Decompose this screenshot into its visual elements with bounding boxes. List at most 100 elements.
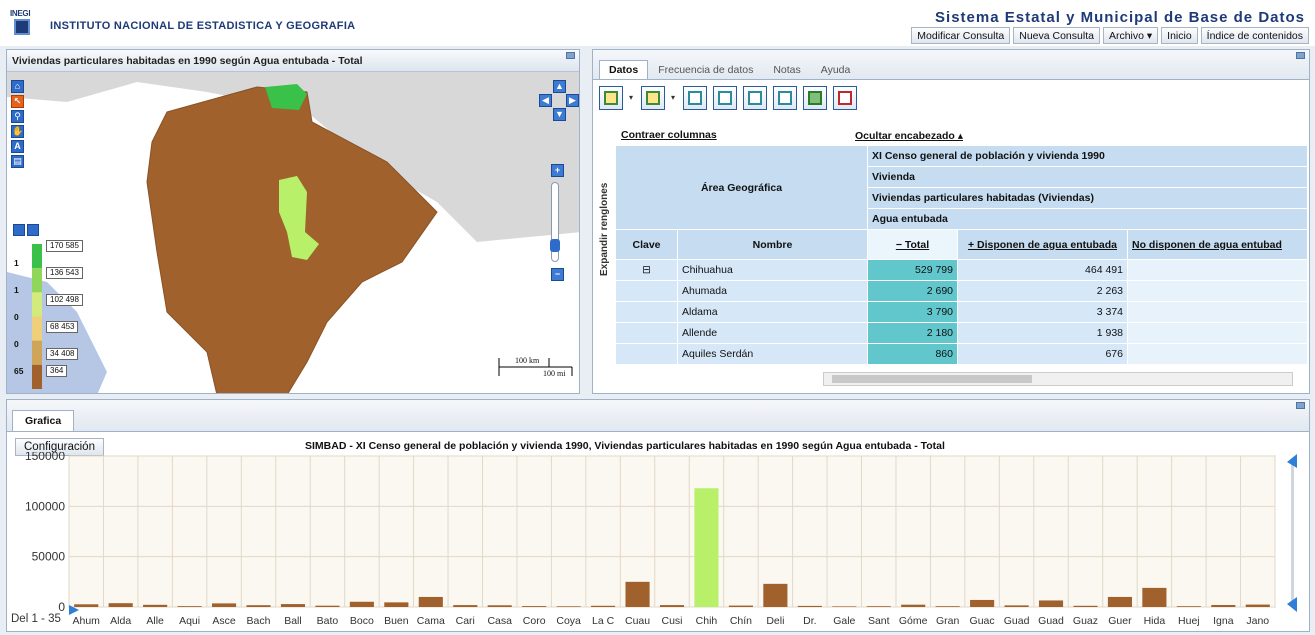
- legend-value: 34 408: [46, 348, 79, 360]
- save-icon[interactable]: ▤: [11, 155, 24, 168]
- table-row[interactable]: Aldama 3 790 3 374: [615, 301, 1309, 323]
- tab-datos[interactable]: Datos: [599, 60, 649, 80]
- row-name: Ahumada: [677, 280, 868, 302]
- chart-bar-bato: [315, 605, 340, 607]
- legend-tools: [13, 224, 41, 239]
- pan-left-icon[interactable]: ◀: [539, 94, 552, 107]
- chart-bar-alda: [108, 603, 133, 607]
- x-tick-label: Ball: [284, 615, 302, 627]
- clave-header[interactable]: Clave: [615, 229, 678, 260]
- x-tick-label: Hida: [1144, 615, 1166, 627]
- total-header[interactable]: − Total: [867, 229, 958, 260]
- chart-bar-alle: [143, 604, 168, 607]
- table-row[interactable]: Aquiles Serdán 860 676: [615, 343, 1309, 365]
- nombre-header[interactable]: Nombre: [677, 229, 868, 260]
- formula-icon[interactable]: [683, 86, 707, 110]
- table-row[interactable]: ⊟ Chihuahua 529 799 464 491: [615, 259, 1309, 281]
- sort-down-icon[interactable]: [641, 86, 665, 110]
- chart-icon[interactable]: [773, 86, 797, 110]
- collapse-icon[interactable]: [1296, 402, 1305, 409]
- chart-bar-igna: [1211, 604, 1236, 607]
- x-tick-label: Bach: [247, 615, 271, 627]
- chevron-down-icon[interactable]: ▾: [629, 86, 635, 110]
- geo-area-header: Área Geográfica: [615, 145, 868, 230]
- legend-value: 68 453: [46, 321, 79, 333]
- expand-collapse-icon[interactable]: ⊟: [615, 259, 678, 281]
- table-row[interactable]: Ahumada 2 690 2 263: [615, 280, 1309, 302]
- label-icon[interactable]: A: [11, 140, 24, 153]
- x-tick-label: La C: [592, 615, 615, 627]
- row-total: 860: [867, 343, 958, 365]
- hide-header-link[interactable]: Ocultar encabezado ▴: [855, 130, 963, 142]
- rows-icon[interactable]: [743, 86, 767, 110]
- legend-table-icon[interactable]: [27, 224, 39, 236]
- expand-rows-link[interactable]: Expandir renglones: [599, 144, 613, 314]
- zoom-icon[interactable]: ⚲: [11, 110, 24, 123]
- x-tick-label: Sant: [868, 615, 890, 627]
- tab-grafica[interactable]: Grafica: [12, 410, 75, 431]
- x-tick-label: Alda: [110, 615, 131, 627]
- row-total: 3 790: [867, 301, 958, 323]
- legend-count: 1: [14, 258, 19, 268]
- zoom-slider-knob[interactable]: [550, 239, 560, 252]
- pan-down-icon[interactable]: ▼: [553, 108, 566, 121]
- pan-hand-icon[interactable]: ✋: [11, 125, 24, 138]
- chart-bar-gale: [832, 606, 857, 607]
- collapse-icon[interactable]: [566, 52, 575, 59]
- sort-up-icon[interactable]: [599, 86, 623, 110]
- pan-up-icon[interactable]: ▲: [553, 80, 566, 93]
- inegi-logo[interactable]: INEGI: [10, 9, 48, 39]
- columns-icon[interactable]: [713, 86, 737, 110]
- scrollbar-thumb[interactable]: [832, 375, 1032, 383]
- map-scale-bar: 100 km 100 mi: [497, 354, 577, 393]
- x-tick-label: Guac: [970, 615, 995, 627]
- zoom-out-icon[interactable]: −: [551, 268, 564, 281]
- row-total: 529 799: [867, 259, 958, 281]
- chart-bar-cari: [453, 605, 478, 607]
- chart-tabs-bar: Grafica: [7, 400, 1309, 432]
- logo-icon: [14, 19, 30, 35]
- system-title: Sistema Estatal y Municipal de Base de D…: [935, 9, 1305, 26]
- chart-bar-cusi: [659, 605, 685, 607]
- tab-ayuda[interactable]: Ayuda: [811, 60, 861, 80]
- chart-bar-coya: [556, 606, 581, 607]
- chart-bar-boco: [349, 601, 374, 607]
- x-tick-label: Coro: [523, 615, 546, 627]
- home-icon[interactable]: ⌂: [11, 80, 24, 93]
- collapse-columns-link[interactable]: Contraer columnas: [621, 129, 717, 141]
- new-query-button[interactable]: Nueva Consulta: [1013, 27, 1100, 44]
- horizontal-scrollbar[interactable]: [823, 372, 1293, 386]
- chevron-down-icon[interactable]: ▾: [671, 86, 677, 110]
- chart-bar-buen: [384, 602, 409, 607]
- zoom-in-icon[interactable]: +: [551, 164, 564, 177]
- disponen-header[interactable]: + Disponen de agua entubada: [957, 229, 1128, 260]
- x-tick-label: Guer: [1108, 615, 1132, 627]
- x-tick-label: Igna: [1213, 615, 1234, 627]
- pdf-export-icon[interactable]: [833, 86, 857, 110]
- pointer-icon[interactable]: ↖: [11, 95, 24, 108]
- home-button[interactable]: Inicio: [1161, 27, 1198, 44]
- row-total: 2 180: [867, 322, 958, 344]
- collapse-icon[interactable]: [1296, 52, 1305, 59]
- table-row[interactable]: Allende 2 180 1 938: [615, 322, 1309, 344]
- excel-export-icon[interactable]: [803, 86, 827, 110]
- modify-query-button[interactable]: Modificar Consulta: [911, 27, 1011, 44]
- legend-settings-icon[interactable]: [13, 224, 25, 236]
- map-legend: 1 1 0 0 65 170 585 136 543 102 498 68 453 34 408 3…: [12, 240, 102, 393]
- contents-index-button[interactable]: Índice de contenidos: [1200, 27, 1309, 44]
- tab-notas[interactable]: Notas: [763, 60, 810, 80]
- map-header: Viviendas particulares habitadas en 1990…: [7, 50, 579, 72]
- x-tick-label: Buen: [384, 615, 409, 627]
- x-tick-label: Jano: [1246, 615, 1269, 627]
- zoom-slider[interactable]: [550, 182, 560, 262]
- x-tick-label: Cari: [456, 615, 475, 627]
- tab-frecuencia[interactable]: Frecuencia de datos: [648, 60, 763, 80]
- file-menu-button[interactable]: Archivo ▾: [1102, 27, 1159, 44]
- row-name: Chihuahua: [677, 259, 868, 281]
- chart-title: SIMBAD - XI Censo general de población y…: [305, 440, 945, 452]
- legend-count: 0: [14, 339, 19, 349]
- no-disponen-header[interactable]: No disponen de agua entubad: [1126, 229, 1309, 260]
- chart-bar-g-me: [901, 604, 926, 607]
- map-canvas[interactable]: ⌂ ↖ ⚲ ✋ A ▤ ▲ ◀ ▶ ▼ + − 1 1 0 0 65 170 585 136…: [7, 72, 579, 393]
- pan-right-icon[interactable]: ▶: [566, 94, 579, 107]
